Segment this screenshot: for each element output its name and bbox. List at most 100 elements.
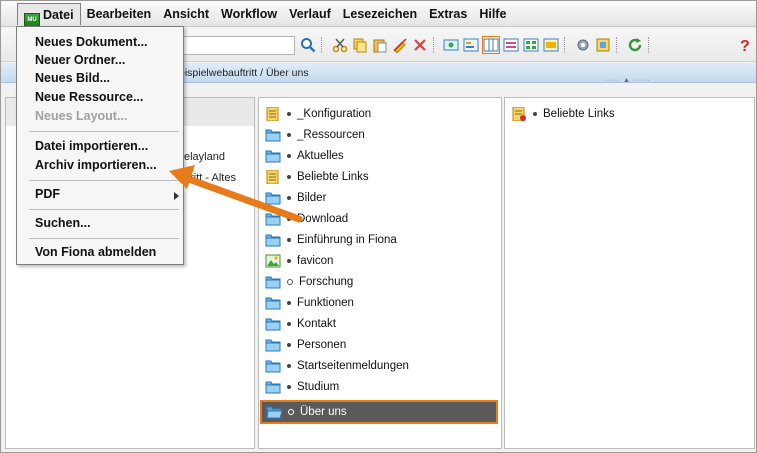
menu-separator <box>29 209 179 210</box>
list-item-label: _Ressourcen <box>297 129 365 141</box>
edit-icon[interactable] <box>391 36 409 54</box>
tasks-icon[interactable] <box>594 36 612 54</box>
bullet-icon <box>533 112 537 116</box>
list-item[interactable]: Kontakt <box>265 314 336 334</box>
folder-icon <box>265 276 281 289</box>
menu-bar: MU Datei Bearbeiten Ansicht Workflow Verl… <box>1 1 756 27</box>
toolbar-separator <box>648 37 649 53</box>
folder-list-pane: _Konfiguration _Ressourcen Aktuelles Bel… <box>258 97 502 449</box>
list-item[interactable]: Studium <box>265 377 339 397</box>
app-window: MU Datei Bearbeiten Ansicht Workflow Verl… <box>0 0 757 453</box>
breadcrumb[interactable]: eispielwebauftritt / Über uns <box>179 67 309 79</box>
paste-icon[interactable] <box>371 36 389 54</box>
image-view-icon[interactable] <box>542 36 560 54</box>
columns-view-icon[interactable] <box>482 36 500 54</box>
help-icon[interactable]: ? <box>736 36 754 54</box>
search-icon[interactable] <box>299 36 317 54</box>
list-item[interactable]: Beliebte Links <box>511 104 615 124</box>
list-item[interactable]: Aktuelles <box>265 146 344 166</box>
bullet-icon <box>287 217 291 221</box>
bullet-icon <box>287 279 293 285</box>
bullet-icon <box>287 343 291 347</box>
bullet-icon <box>287 259 291 263</box>
folder-icon <box>265 192 281 205</box>
menu-item-pdf[interactable]: PDF <box>35 187 60 201</box>
menu-item-new-folder[interactable]: Neuer Ordner... <box>35 53 125 67</box>
menu-verlauf[interactable]: Verlauf <box>283 3 337 25</box>
menu-ansicht[interactable]: Ansicht <box>157 3 215 25</box>
refresh-icon[interactable] <box>626 36 644 54</box>
list-item-label: Studium <box>297 381 340 393</box>
menu-item-search[interactable]: Suchen... <box>35 216 91 230</box>
app-logo-icon: MU <box>24 12 40 27</box>
toolbar-separator <box>321 37 322 53</box>
copy-icon[interactable] <box>351 36 369 54</box>
list-item-label: favicon <box>297 255 334 267</box>
properties-icon[interactable] <box>462 36 480 54</box>
menu-datei[interactable]: MU Datei <box>17 2 81 27</box>
list-item[interactable]: Bilder <box>265 188 326 208</box>
bullet-icon <box>287 175 291 179</box>
list-item[interactable]: Einführung in Fiona <box>265 230 397 250</box>
list-item[interactable]: Personen <box>265 335 346 355</box>
list-item-label: Personen <box>297 339 347 351</box>
delete-icon[interactable] <box>411 36 429 54</box>
list-item[interactable]: _Konfiguration <box>265 104 371 124</box>
settings-icon[interactable] <box>574 36 592 54</box>
list-item-label: Beliebte Links <box>297 171 369 183</box>
folder-icon <box>265 129 281 142</box>
bullet-icon <box>287 154 291 158</box>
document-icon <box>266 170 279 184</box>
bullet-icon <box>288 409 294 415</box>
bullet-icon <box>287 322 291 326</box>
menu-item-new-document[interactable]: Neues Dokument... <box>35 35 148 49</box>
resize-handle-icon[interactable]: ····· ▲ ····· <box>597 77 657 84</box>
bullet-icon <box>287 196 291 200</box>
bullet-icon <box>287 385 291 389</box>
list-item[interactable]: Beliebte Links <box>265 167 369 187</box>
preview-icon[interactable] <box>442 36 460 54</box>
bullet-icon <box>287 133 291 137</box>
image-icon <box>265 254 281 268</box>
list-item-selected[interactable]: Über uns <box>260 400 498 424</box>
menu-item-new-resource[interactable]: Neue Ressource... <box>35 90 143 104</box>
file-menu-dropdown: Neues Dokument... Neuer Ordner... Neues … <box>16 26 184 265</box>
list-view-icon[interactable] <box>502 36 520 54</box>
tree-item-partial[interactable]: ftritt - Altes <box>184 172 236 184</box>
list-item[interactable]: _Ressourcen <box>265 125 365 145</box>
menu-separator <box>29 238 179 239</box>
menu-bearbeiten[interactable]: Bearbeiten <box>81 3 158 25</box>
folder-icon <box>265 234 281 247</box>
tree-item-partial[interactable]: elayland <box>184 151 225 163</box>
bullet-icon <box>287 112 291 116</box>
grid-view-icon[interactable] <box>522 36 540 54</box>
list-item[interactable]: Forschung <box>265 272 353 292</box>
toolbar-separator <box>616 37 617 53</box>
list-item-label: _Konfiguration <box>297 108 372 120</box>
bullet-icon <box>287 238 291 242</box>
cut-icon[interactable] <box>331 36 349 54</box>
folder-icon <box>265 339 281 352</box>
search-input[interactable] <box>179 36 295 55</box>
list-item[interactable]: favicon <box>265 251 333 271</box>
folder-icon <box>265 360 281 373</box>
menu-extras[interactable]: Extras <box>423 3 473 25</box>
menu-lesezeichen[interactable]: Lesezeichen <box>337 3 423 25</box>
menu-item-import-file[interactable]: Datei importieren... <box>35 139 148 153</box>
menu-workflow[interactable]: Workflow <box>215 3 283 25</box>
folder-icon <box>265 318 281 331</box>
list-item[interactable]: Download <box>265 209 348 229</box>
menu-item-import-archive[interactable]: Archiv importieren... <box>35 158 157 172</box>
menu-item-new-image[interactable]: Neues Bild... <box>35 71 110 85</box>
menu-item-logout[interactable]: Von Fiona abmelden <box>35 245 156 259</box>
folder-icon <box>265 381 281 394</box>
bullet-icon <box>287 364 291 368</box>
list-item-label: Funktionen <box>297 297 354 309</box>
open-folder-icon <box>266 406 282 419</box>
toolbar-separator <box>564 37 565 53</box>
menu-hilfe[interactable]: Hilfe <box>473 3 512 25</box>
list-item[interactable]: Startseitenmeldungen <box>265 356 409 376</box>
list-item[interactable]: Funktionen <box>265 293 354 313</box>
menu-separator <box>29 131 179 132</box>
toolbar-separator <box>433 37 434 53</box>
